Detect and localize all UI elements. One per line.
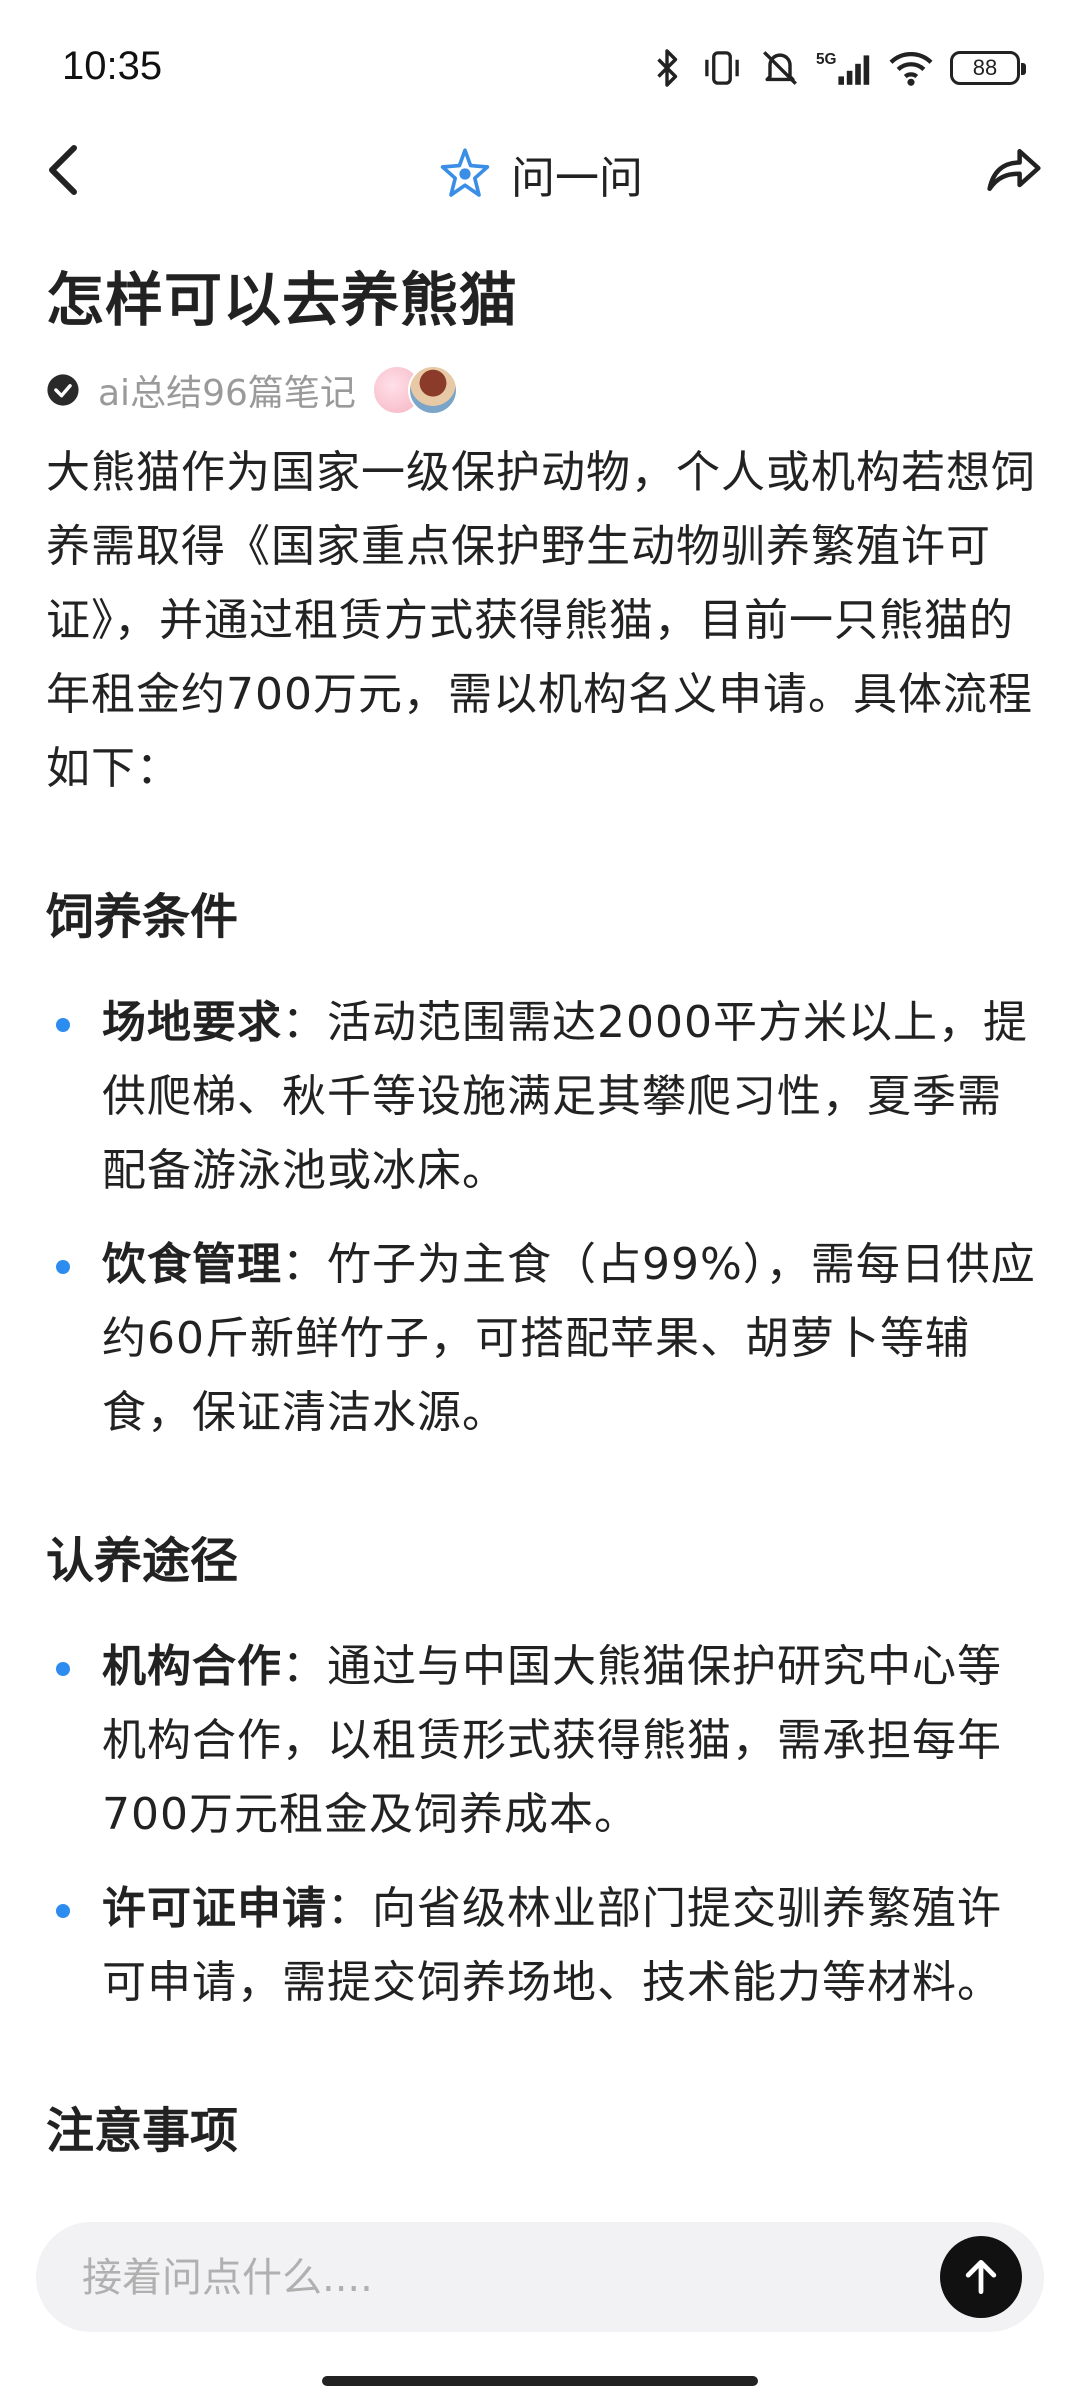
section-heading: 饲养条件 — [46, 889, 239, 945]
svg-text:5G: 5G — [816, 51, 837, 68]
item-label: 机构合作 — [102, 1641, 282, 1692]
source-avatars[interactable] — [371, 365, 458, 415]
composer-bar — [0, 2200, 1080, 2400]
share-button[interactable] — [978, 138, 1050, 202]
check-circle-icon — [47, 374, 79, 406]
section-heading: 注意事项 — [46, 2103, 239, 2159]
wifi-icon — [889, 51, 933, 86]
follow-up-input[interactable] — [80, 2222, 904, 2334]
avatar — [407, 365, 458, 415]
summary-meta: ai总结96篇笔记 — [46, 362, 1036, 418]
item-label: 场地要求 — [102, 997, 282, 1048]
header-title: 问一问 — [0, 142, 1080, 206]
summary-source-text: ai总结96篇笔记 — [98, 373, 356, 414]
list-item: 场地要求：活动范围需达2000平方米以上，提供爬梯、秋千等设施满足其攀爬习性，夏… — [46, 986, 1036, 1208]
mute-bell-icon — [763, 51, 797, 85]
answer-intro: 大熊猫作为国家一级保护动物，个人或机构若想饲养需取得《国家重点保护野生动物驯养繁… — [46, 447, 1036, 794]
item-separator: ： — [327, 1883, 372, 1934]
status-icons: 5G 88 — [650, 44, 1026, 92]
header-title-text: 问一问 — [511, 153, 643, 204]
battery-level: 88 — [972, 55, 998, 80]
signal-5g-icon: 5G — [816, 51, 870, 85]
share-icon — [987, 149, 1041, 191]
item-label: 许可证申请 — [102, 1883, 327, 1934]
arrow-up-icon — [965, 2259, 997, 2295]
section-heading: 认养途径 — [46, 1533, 239, 1589]
bullet-dot — [56, 1904, 70, 1918]
status-bar: 10:35 5G 88 — [0, 0, 1080, 140]
question-title: 怎样可以去养熊猫 — [46, 266, 519, 334]
vibrate-icon — [705, 51, 739, 85]
answer-content: 怎样可以去养熊猫 ai总结96篇笔记 大熊猫作为国家一级保护动物，个人或机构若想… — [46, 258, 1036, 2166]
section-list: 机构合作：通过与中国大熊猫保护研究中心等机构合作，以租赁形式获得熊猫，需承担每年… — [46, 1630, 1036, 2020]
list-item: 机构合作：通过与中国大熊猫保护研究中心等机构合作，以租赁形式获得熊猫，需承担每年… — [46, 1630, 1036, 1852]
item-separator: ： — [282, 1239, 327, 1290]
status-time: 10:35 — [62, 44, 163, 88]
ai-sparkle-icon — [440, 148, 490, 197]
bullet-dot — [56, 1662, 70, 1676]
item-separator: ： — [282, 997, 327, 1048]
home-indicator[interactable] — [322, 2376, 758, 2386]
section-list: 场地要求：活动范围需达2000平方米以上，提供爬梯、秋千等设施满足其攀爬习性，夏… — [46, 986, 1036, 1450]
list-item: 许可证申请：向省级林业部门提交驯养繁殖许可申请，需提交饲养场地、技术能力等材料。 — [46, 1872, 1036, 2020]
battery-indicator: 88 — [950, 51, 1026, 85]
list-item: 饮食管理：竹子为主食（占99%），需每日供应约60斤新鲜竹子，可搭配苹果、胡萝卜… — [46, 1228, 1036, 1450]
bullet-dot — [56, 1018, 70, 1032]
bluetooth-icon — [657, 49, 678, 87]
top-nav: 问一问 — [0, 120, 1080, 220]
item-separator: ： — [282, 1641, 327, 1692]
composer-input-box[interactable] — [36, 2222, 1044, 2334]
bullet-dot — [56, 1260, 70, 1274]
send-button[interactable] — [940, 2236, 1022, 2318]
item-label: 饮食管理 — [102, 1239, 282, 1290]
